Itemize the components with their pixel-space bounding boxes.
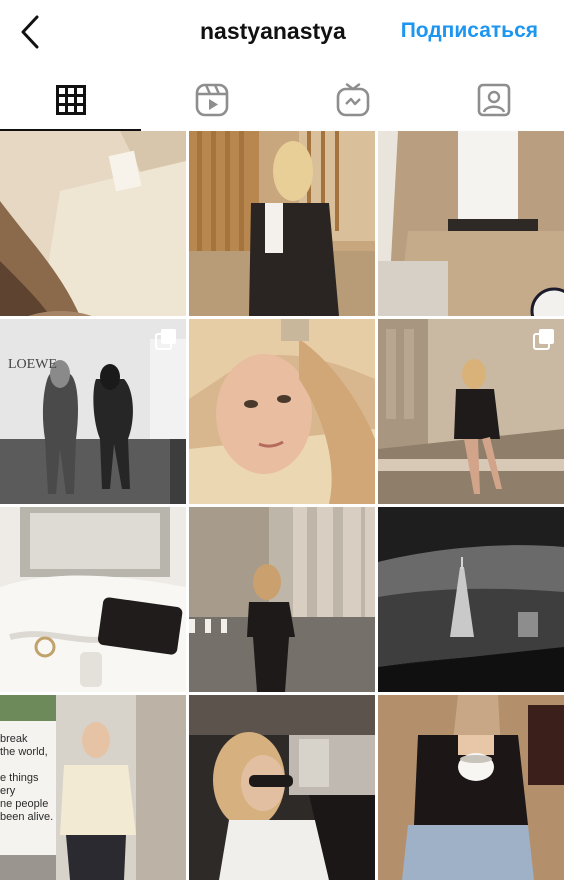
post-image — [189, 319, 375, 504]
multiple-posts-icon — [533, 329, 554, 350]
post-thumbnail[interactable] — [0, 131, 186, 316]
post-thumbnail[interactable] — [378, 319, 564, 504]
post-image — [189, 695, 375, 880]
post-image — [0, 131, 186, 316]
tab-grid[interactable] — [0, 68, 141, 131]
tab-tagged[interactable] — [423, 68, 564, 131]
chevron-left-icon — [21, 15, 39, 49]
profile-tabs — [0, 68, 564, 131]
posts-grid: LOEWE break the world, e things ery ne p… — [0, 131, 564, 880]
tab-igtv[interactable] — [282, 68, 423, 131]
profile-username: nastyanastya — [200, 18, 346, 44]
post-thumbnail[interactable] — [189, 319, 375, 504]
post-thumbnail[interactable] — [189, 507, 375, 692]
post-overlay-text: break the world, e things ery ne people … — [0, 733, 54, 823]
post-image — [189, 131, 375, 316]
post-thumbnail[interactable] — [378, 131, 564, 316]
post-image — [0, 507, 186, 692]
post-image — [378, 131, 564, 316]
post-thumbnail[interactable] — [0, 507, 186, 692]
post-image — [378, 695, 564, 880]
grid-icon — [55, 84, 86, 115]
post-thumbnail[interactable] — [189, 695, 375, 880]
tab-reels[interactable] — [141, 68, 282, 131]
post-thumbnail[interactable]: break the world, e things ery ne people … — [0, 695, 186, 880]
profile-header: nastyanastya Подписаться — [0, 0, 564, 68]
follow-button[interactable]: Подписаться — [401, 19, 538, 43]
multiple-posts-icon — [155, 329, 176, 350]
post-overlay-text: LOEWE — [8, 357, 57, 372]
post-thumbnail[interactable] — [378, 695, 564, 880]
post-image — [189, 507, 375, 692]
back-button[interactable] — [14, 14, 46, 50]
tagged-icon — [477, 83, 510, 116]
igtv-icon — [336, 82, 369, 116]
post-thumbnail[interactable] — [189, 131, 375, 316]
post-thumbnail[interactable] — [378, 507, 564, 692]
post-image — [378, 507, 564, 692]
reels-icon — [195, 83, 228, 116]
post-thumbnail[interactable]: LOEWE — [0, 319, 186, 504]
